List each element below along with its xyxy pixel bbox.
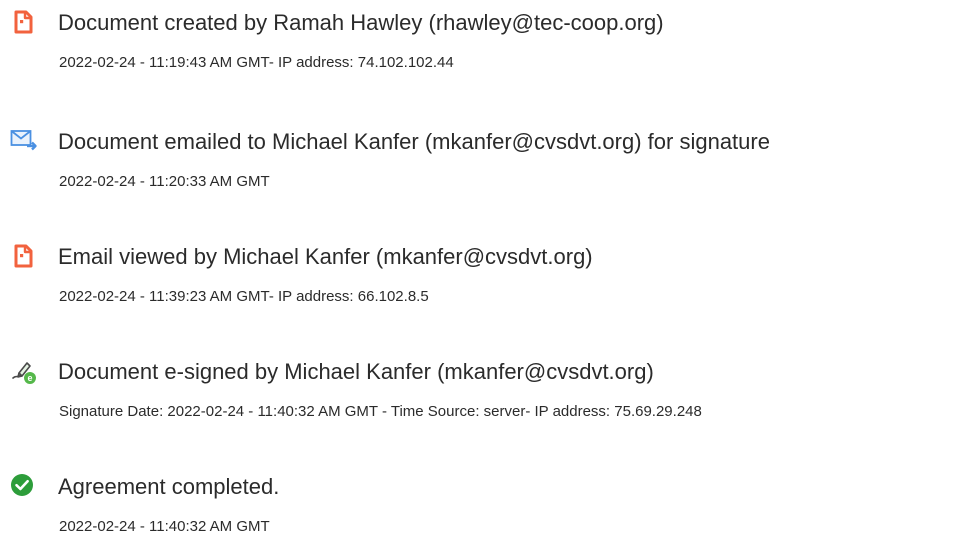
check-circle-icon [10,473,36,499]
document-created-icon [10,9,36,35]
event-timestamp: 2022-02-24 - 11:40:32 AM GMT [59,518,270,535]
e-sign-icon: e [10,358,36,384]
event-timestamp: 2022-02-24 - 11:39:23 AM GMT- IP address… [59,288,429,305]
event-title: Document e-signed by Michael Kanfer (mka… [58,359,654,384]
event-timestamp: 2022-02-24 - 11:19:43 AM GMT- IP address… [59,54,454,71]
event-title: Email viewed by Michael Kanfer (mkanfer@… [58,244,593,269]
svg-text:e: e [27,373,32,383]
event-timestamp: 2022-02-24 - 11:20:33 AM GMT [59,173,270,190]
email-viewed-icon [10,243,36,269]
event-timestamp: Signature Date: 2022-02-24 - 11:40:32 AM… [59,403,702,420]
event-title: Document created by Ramah Hawley (rhawle… [58,10,664,35]
document-emailed-icon [10,128,37,154]
event-title: Agreement completed. [58,474,280,499]
event-title: Document emailed to Michael Kanfer (mkan… [58,129,770,154]
